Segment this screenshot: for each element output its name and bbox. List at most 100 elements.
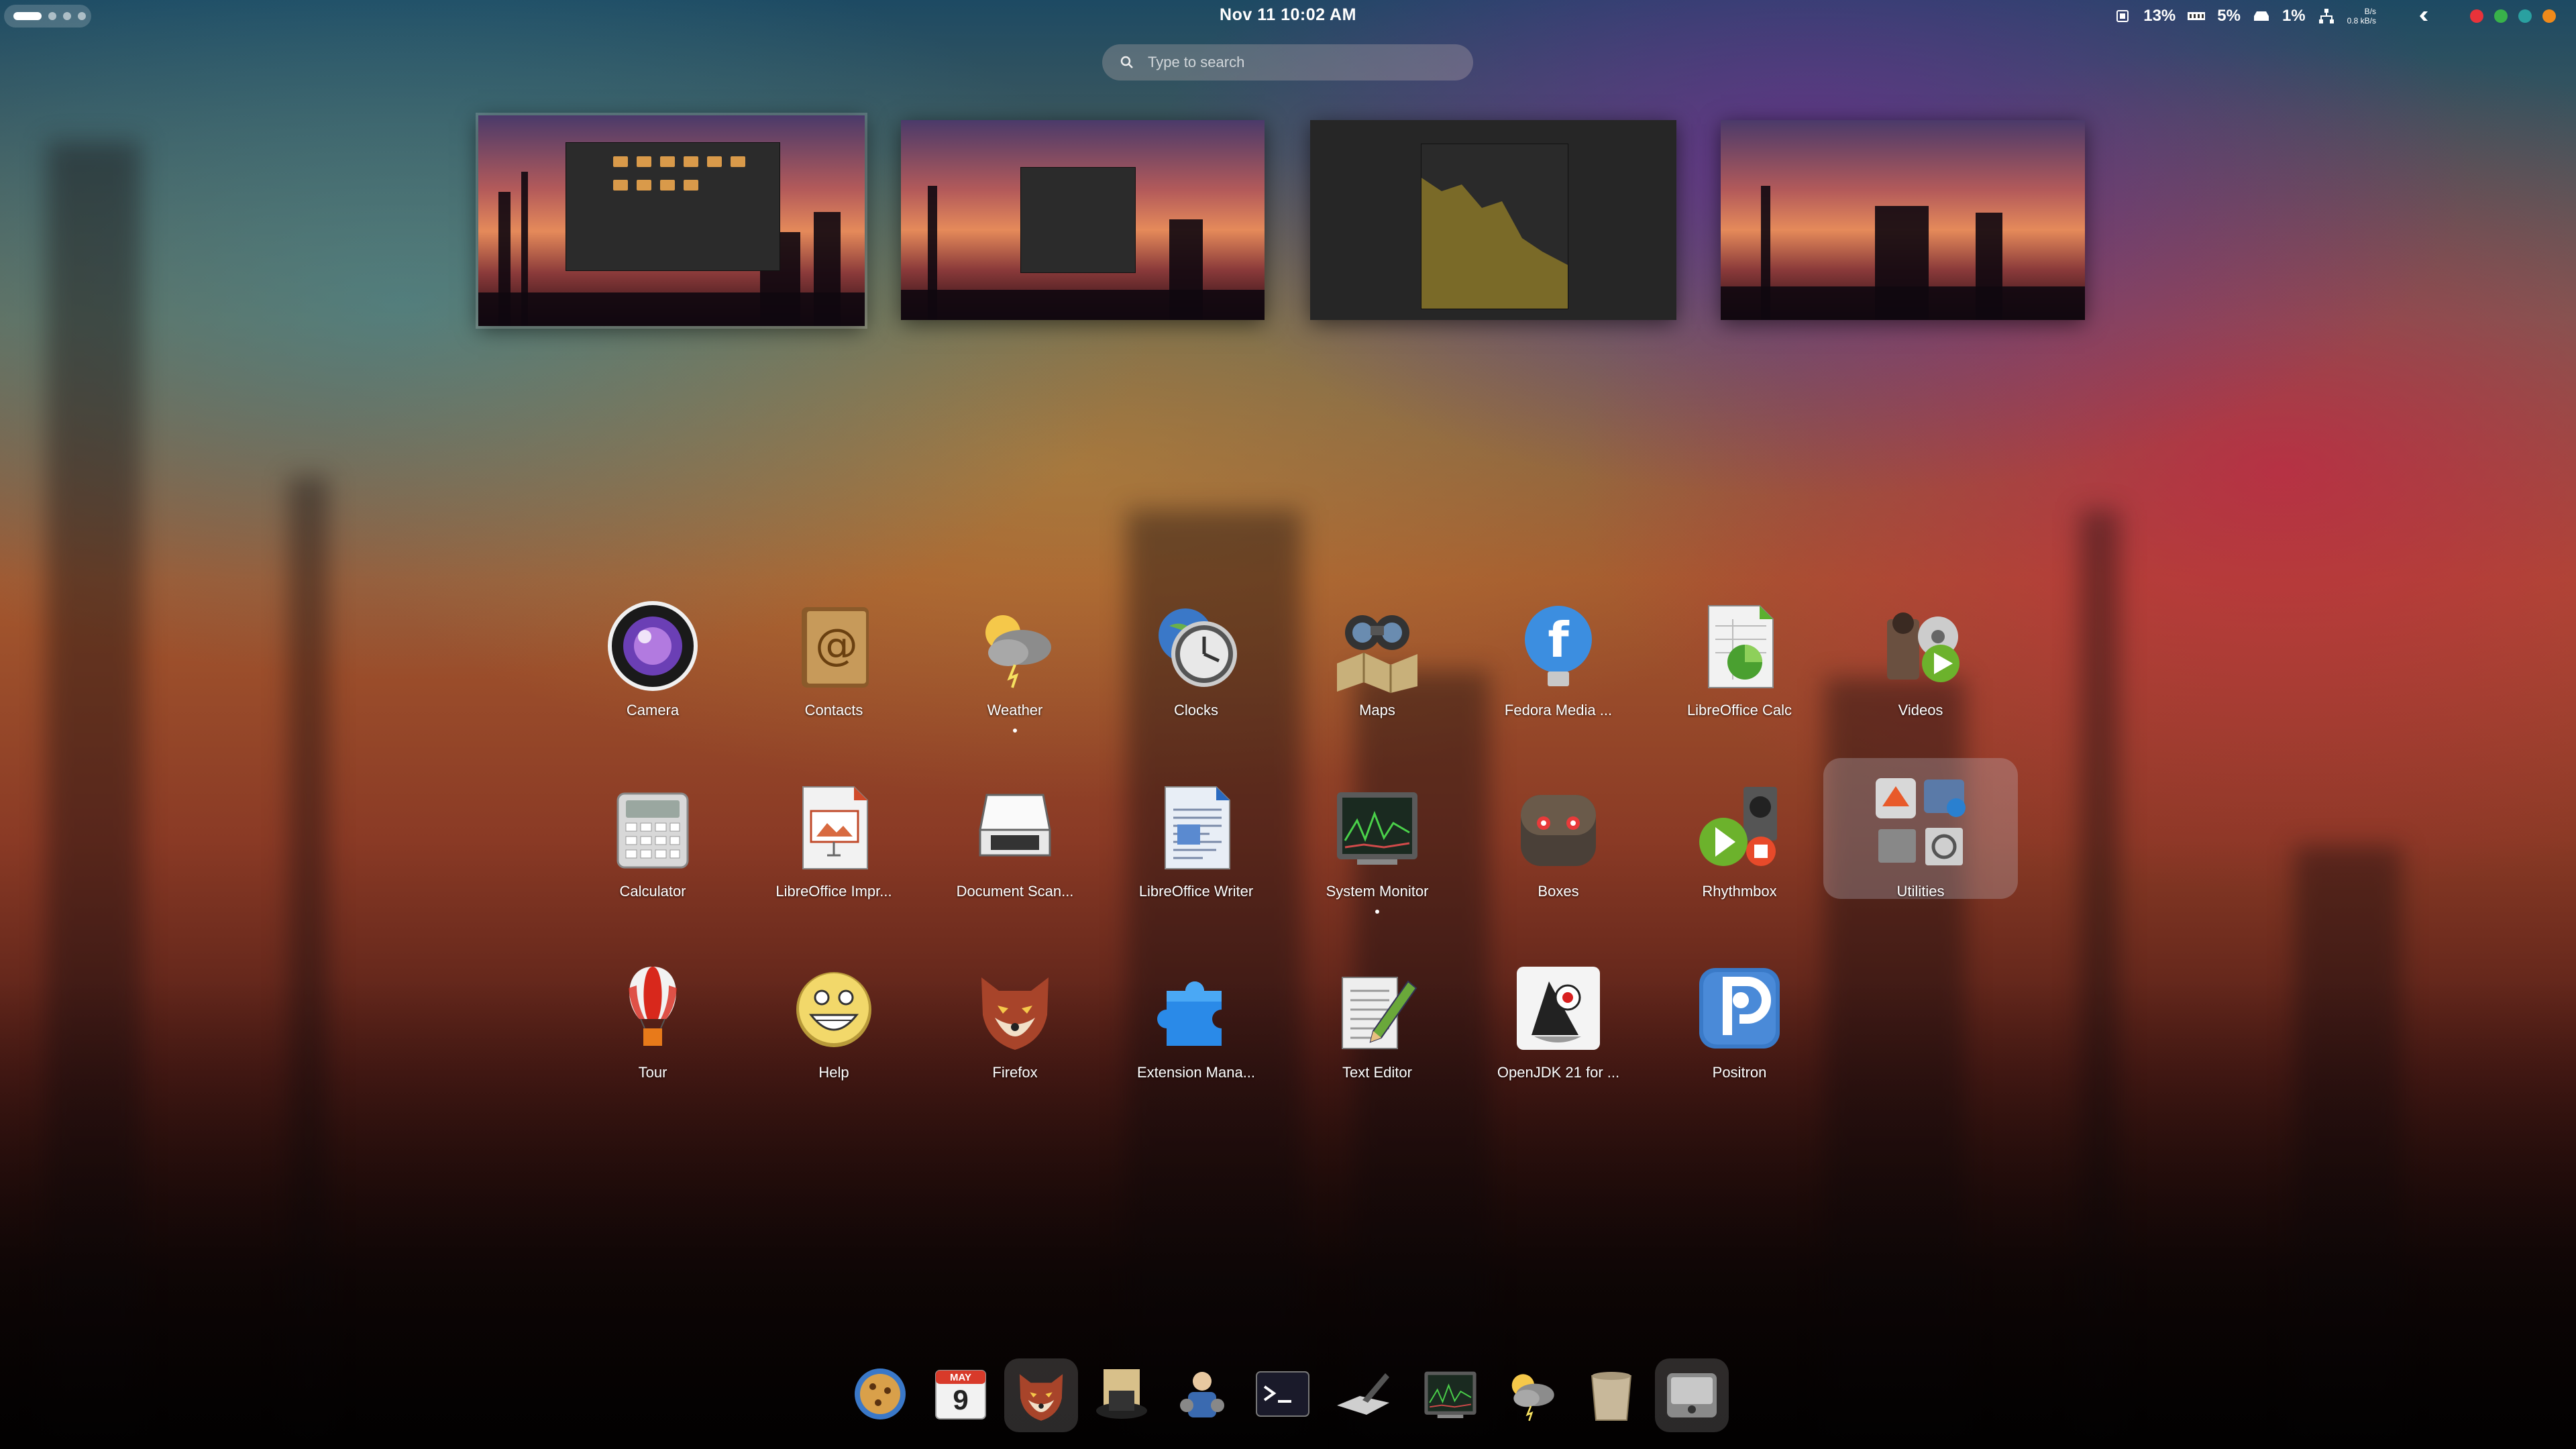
- app-label: LibreOffice Calc: [1686, 702, 1792, 718]
- top-bar: Nov 11 10:02 AM 13% 5% 1% B/s 0.8 kB/s: [0, 0, 2576, 32]
- app-label: OpenJDK 21 for ...: [1497, 1064, 1620, 1081]
- drive-icon: [2251, 8, 2271, 24]
- green-app-icon[interactable]: [2494, 9, 2508, 23]
- app-rhythmbox[interactable]: Rhythmbox: [1662, 765, 1817, 919]
- app-label: Boxes: [1538, 883, 1579, 900]
- libreoffice-writer-icon: [1146, 777, 1246, 877]
- dock-firefox[interactable]: [1004, 1358, 1078, 1432]
- app-libreoffice-writer[interactable]: LibreOffice Writer: [1119, 765, 1273, 919]
- system-monitor-chart-window[interactable]: [1421, 144, 1568, 309]
- svg-text:f: f: [1548, 612, 1569, 668]
- teal-app-icon[interactable]: [2518, 9, 2532, 23]
- app-label: Utilities: [1896, 883, 1945, 900]
- search-bar[interactable]: [1102, 44, 1473, 80]
- dock-disk-utility[interactable]: [1326, 1358, 1400, 1432]
- app-text-editor[interactable]: Text Editor: [1300, 946, 1454, 1100]
- app-label: Tour: [638, 1064, 667, 1081]
- workspace-dot: [78, 12, 86, 20]
- clock[interactable]: Nov 11 10:02 AM: [1154, 5, 1422, 25]
- clocks-icon: [1146, 596, 1246, 696]
- help-icon: [784, 958, 884, 1059]
- net-down: 0.8 kB/s: [2347, 16, 2376, 25]
- app-camera[interactable]: Camera: [576, 584, 730, 738]
- app-weather[interactable]: Weather: [938, 584, 1092, 738]
- utilities-folder-icon: [1870, 773, 1971, 873]
- app-label: Calculator: [619, 883, 686, 900]
- app-label: Document Scan...: [956, 883, 1074, 900]
- system-icon[interactable]: [2399, 8, 2432, 24]
- app-extension-manager[interactable]: Extension Mana...: [1119, 946, 1273, 1100]
- settings-person-icon: [1172, 1364, 1232, 1428]
- app-firefox[interactable]: Firefox: [938, 946, 1092, 1100]
- cookie-browser-icon: [850, 1364, 910, 1428]
- extension-manager-icon: [1146, 958, 1246, 1059]
- app-system-monitor[interactable]: System Monitor: [1300, 765, 1454, 919]
- running-indicator: [1013, 729, 1017, 733]
- app-positron[interactable]: Positron: [1662, 946, 1817, 1100]
- svg-text:@: @: [815, 621, 858, 670]
- dock-trash[interactable]: [1574, 1358, 1648, 1432]
- workspace-indicator[interactable]: [4, 5, 91, 28]
- weather-icon: [965, 596, 1065, 696]
- disk-utility-icon: [1333, 1364, 1393, 1428]
- settings-window[interactable]: [1020, 167, 1136, 273]
- app-contacts[interactable]: @ Contacts: [757, 584, 911, 738]
- memory-icon: [2186, 8, 2206, 24]
- app-label: Positron: [1712, 1064, 1767, 1081]
- app-label: Clocks: [1173, 702, 1218, 718]
- dock-terminal[interactable]: [1246, 1358, 1320, 1432]
- workspace-thumbnail-1[interactable]: [476, 113, 867, 329]
- app-fedora-media-writer[interactable]: f Fedora Media ...: [1481, 584, 1635, 738]
- active-workspace-dot: [13, 12, 42, 20]
- calendar-day: 9: [953, 1383, 969, 1415]
- app-calculator[interactable]: Calculator: [576, 765, 730, 919]
- maps-icon: [1327, 596, 1428, 696]
- document-scanner-icon: [965, 777, 1065, 877]
- firefox-icon: [1011, 1364, 1071, 1428]
- weather-icon: [1501, 1364, 1561, 1428]
- camera-icon: [602, 596, 703, 696]
- fedora-media-writer-icon: f: [1508, 596, 1609, 696]
- workspace-thumbnail-3[interactable]: [1310, 120, 1676, 320]
- app-label: Help: [818, 1064, 849, 1081]
- calendar-month: MAY: [950, 1371, 971, 1383]
- dock-settings-person[interactable]: [1165, 1358, 1239, 1432]
- orange-app-icon[interactable]: [2542, 9, 2556, 23]
- dock-calendar[interactable]: MAY 9: [924, 1358, 998, 1432]
- dock-app-grid[interactable]: [1655, 1358, 1729, 1432]
- app-openjdk[interactable]: OpenJDK 21 for ...: [1481, 946, 1635, 1100]
- app-help[interactable]: Help: [757, 946, 911, 1100]
- app-utilities-folder[interactable]: Utilities: [1823, 758, 2018, 900]
- app-label: Rhythmbox: [1702, 883, 1777, 900]
- dock-notes-hat[interactable]: [1085, 1358, 1159, 1432]
- dock-system-monitor[interactable]: [1413, 1358, 1487, 1432]
- app-boxes[interactable]: Boxes: [1481, 765, 1635, 919]
- workspace-thumbnail-2[interactable]: [901, 120, 1265, 320]
- app-document-scanner[interactable]: Document Scan...: [938, 765, 1092, 919]
- dock-cookie-browser[interactable]: [843, 1358, 917, 1432]
- cpu-usage: 13%: [2143, 7, 2176, 25]
- terminal-icon: [1252, 1364, 1313, 1428]
- videos-icon: [1870, 596, 1971, 696]
- memory-usage: 5%: [2217, 7, 2241, 25]
- app-grid-icon: [1662, 1364, 1722, 1428]
- app-tour[interactable]: Tour: [576, 946, 730, 1100]
- app-videos[interactable]: Videos: [1843, 584, 1998, 738]
- workspace-thumbnail-4[interactable]: [1721, 120, 2085, 320]
- calculator-icon: [602, 777, 703, 877]
- system-tray[interactable]: 13% 5% 1% B/s 0.8 kB/s: [2112, 4, 2556, 28]
- search-input[interactable]: [1146, 53, 1444, 72]
- positron-icon: [1689, 958, 1790, 1059]
- app-clocks[interactable]: Clocks: [1119, 584, 1273, 738]
- app-label: LibreOffice Writer: [1138, 883, 1254, 900]
- file-manager-window[interactable]: [566, 142, 780, 271]
- text-editor-icon: [1327, 958, 1428, 1059]
- firefox-icon: [965, 958, 1065, 1059]
- dock-weather[interactable]: [1494, 1358, 1568, 1432]
- libreoffice-calc-icon: [1689, 596, 1790, 696]
- red-app-icon[interactable]: [2470, 9, 2483, 23]
- app-maps[interactable]: Maps: [1300, 584, 1454, 738]
- app-libreoffice-calc[interactable]: LibreOffice Calc: [1662, 584, 1817, 738]
- app-libreoffice-impress[interactable]: LibreOffice Impr...: [757, 765, 911, 919]
- running-indicator: [1375, 910, 1379, 914]
